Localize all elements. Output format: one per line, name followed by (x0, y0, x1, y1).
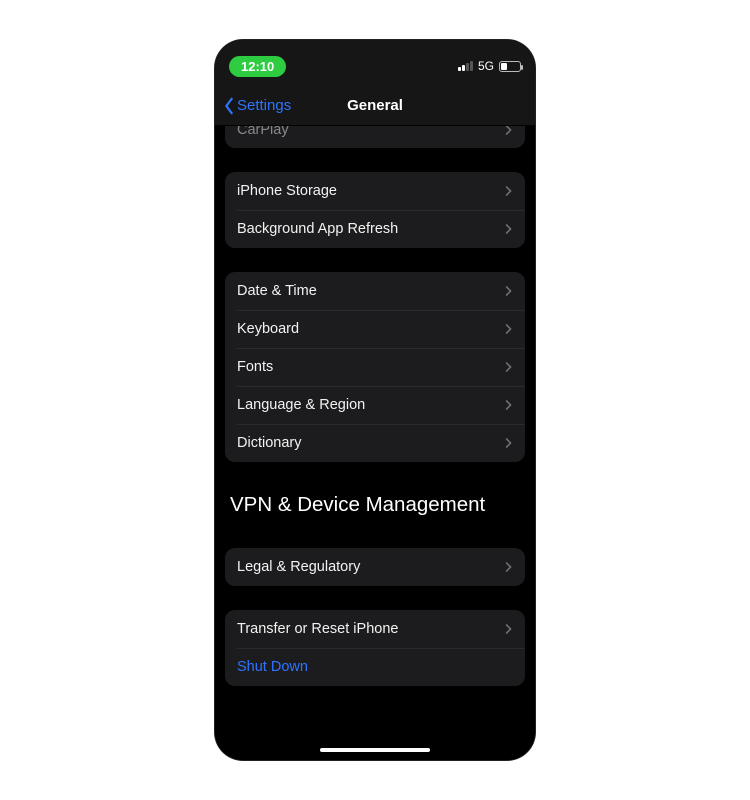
settings-group-reset: Transfer or Reset iPhone Shut Down (225, 610, 525, 686)
home-indicator[interactable] (215, 740, 535, 760)
status-right: 5G (458, 59, 521, 73)
back-label: Settings (237, 97, 291, 114)
settings-scroll[interactable]: CarPlay iPhone Storage Background App Re… (215, 126, 535, 740)
row-label: Legal & Regulatory (237, 559, 360, 575)
row-transfer-reset[interactable]: Transfer or Reset iPhone (225, 610, 525, 648)
row-language-region[interactable]: Language & Region (225, 386, 525, 424)
chevron-right-icon (505, 285, 513, 297)
network-label: 5G (478, 59, 494, 73)
settings-group-vpn: VPN & Device Management (225, 486, 525, 524)
row-label: Keyboard (237, 321, 299, 337)
row-fonts[interactable]: Fonts (225, 348, 525, 386)
row-label: Background App Refresh (237, 221, 398, 237)
row-background-app-refresh[interactable]: Background App Refresh (225, 210, 525, 248)
chevron-right-icon (505, 361, 513, 373)
battery-icon (499, 61, 521, 72)
settings-group-storage: iPhone Storage Background App Refresh (225, 172, 525, 248)
row-shut-down[interactable]: Shut Down (225, 648, 525, 686)
chevron-right-icon (505, 126, 513, 136)
status-bar: 12:10 5G (215, 40, 535, 86)
status-time-pill[interactable]: 12:10 (229, 56, 286, 77)
chevron-right-icon (505, 437, 513, 449)
image-card: 12:10 5G Settings General CarPlay (10, 10, 740, 790)
chevron-right-icon (505, 185, 513, 197)
chevron-left-icon (223, 97, 235, 115)
row-label: Fonts (237, 359, 273, 375)
settings-group-carplay: CarPlay (225, 126, 525, 148)
row-date-time[interactable]: Date & Time (225, 272, 525, 310)
highlight-label: VPN & Device Management (230, 493, 485, 517)
vpn-highlight-callout[interactable]: VPN & Device Management (225, 486, 525, 524)
row-label: Shut Down (237, 659, 308, 675)
row-label: iPhone Storage (237, 183, 337, 199)
row-legal-regulatory[interactable]: Legal & Regulatory (225, 548, 525, 586)
nav-bar: Settings General (215, 86, 535, 126)
row-label: CarPlay (237, 126, 289, 138)
chevron-right-icon (505, 399, 513, 411)
row-label: Language & Region (237, 397, 365, 413)
status-time-text: 12:10 (241, 59, 274, 74)
settings-group-legal: Legal & Regulatory (225, 548, 525, 586)
cellular-signal-icon (458, 61, 473, 71)
row-label: Date & Time (237, 283, 317, 299)
chevron-right-icon (505, 623, 513, 635)
settings-group-system: Date & Time Keyboard Fonts Language & Re… (225, 272, 525, 462)
back-button[interactable]: Settings (223, 97, 291, 115)
row-label: Dictionary (237, 435, 301, 451)
row-carplay[interactable]: CarPlay (225, 126, 525, 148)
row-iphone-storage[interactable]: iPhone Storage (225, 172, 525, 210)
chevron-right-icon (505, 223, 513, 235)
phone-frame: 12:10 5G Settings General CarPlay (215, 40, 535, 760)
row-label: Transfer or Reset iPhone (237, 621, 398, 637)
chevron-right-icon (505, 323, 513, 335)
row-keyboard[interactable]: Keyboard (225, 310, 525, 348)
home-indicator-bar (320, 748, 430, 752)
chevron-right-icon (505, 561, 513, 573)
row-dictionary[interactable]: Dictionary (225, 424, 525, 462)
